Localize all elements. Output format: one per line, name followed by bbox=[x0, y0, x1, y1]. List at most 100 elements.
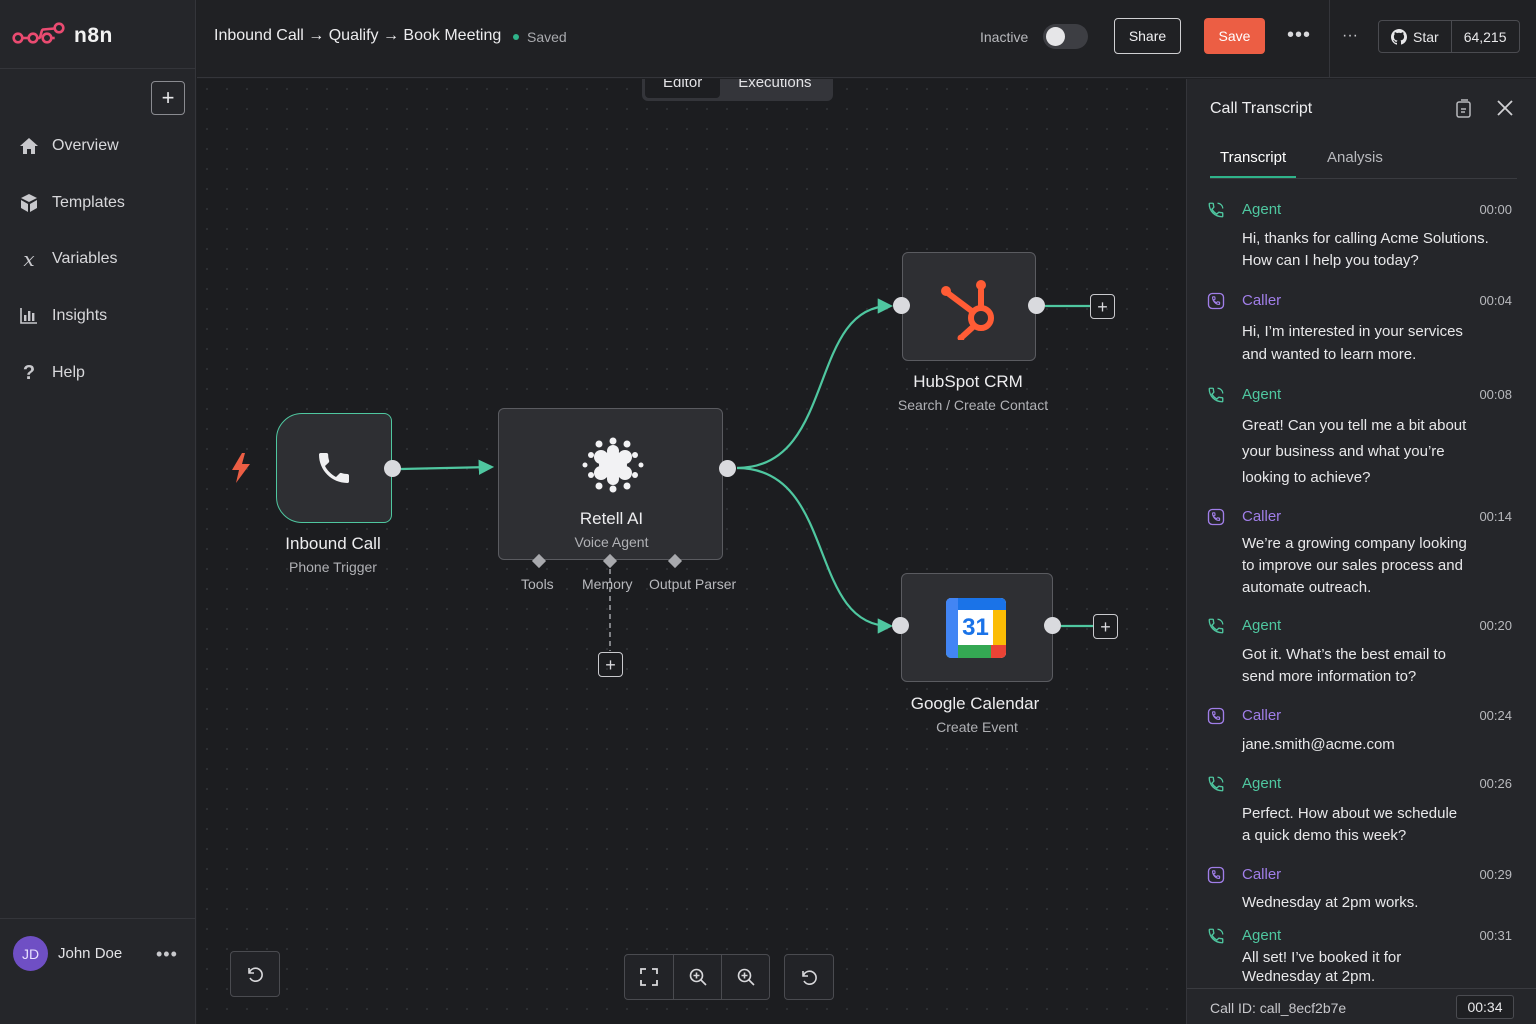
fit-view-button[interactable] bbox=[625, 955, 673, 999]
output-port[interactable] bbox=[1044, 617, 1061, 634]
caller-phone-icon bbox=[1207, 707, 1229, 725]
node-google-calendar[interactable]: 31 bbox=[901, 573, 1053, 682]
share-button[interactable]: Share bbox=[1114, 18, 1181, 54]
panel-tabs: Transcript Analysis bbox=[1210, 149, 1517, 179]
icon-right-band bbox=[993, 610, 1006, 645]
user-menu[interactable]: JD John Doe bbox=[13, 936, 122, 971]
output-port[interactable] bbox=[1028, 297, 1045, 314]
calendar-day-number: 31 bbox=[962, 613, 989, 641]
panel-title: Call Transcript bbox=[1210, 100, 1313, 117]
sidebar-item-variables[interactable]: x Variables bbox=[18, 245, 117, 273]
agent-phone-icon bbox=[1207, 927, 1229, 945]
message-text: Hi, thanks for calling Acme Solutions. Ho… bbox=[1242, 228, 1507, 272]
panel-footer: Call ID: call_8ecf2b7e 00:34 bbox=[1187, 988, 1536, 1024]
workflow-canvas[interactable]: Editor Executions Inbound Call Phone Tri… bbox=[197, 79, 1186, 1024]
node-inbound-call[interactable] bbox=[276, 413, 392, 523]
github-star-button[interactable]: Star 64,215 bbox=[1378, 20, 1520, 53]
agent-phone-icon bbox=[1207, 775, 1229, 793]
call-id: Call ID: call_8ecf2b7e bbox=[1210, 1000, 1347, 1016]
undo-control bbox=[230, 951, 280, 997]
workflow-title[interactable]: Inbound Call → Qualify → Book Meeting bbox=[214, 27, 501, 45]
insights-icon bbox=[18, 305, 40, 327]
zoom-in-button[interactable] bbox=[673, 955, 721, 999]
collapse-icon[interactable]: ··· bbox=[1342, 27, 1358, 45]
tab-analysis[interactable]: Analysis bbox=[1327, 149, 1383, 176]
zoom-icon bbox=[737, 968, 755, 986]
message-text: Perfect. How about we schedule a quick de… bbox=[1242, 803, 1507, 847]
tab-editor[interactable]: Editor bbox=[645, 79, 721, 98]
node-hubspot-crm[interactable] bbox=[902, 252, 1036, 361]
user-more-icon[interactable]: ••• bbox=[156, 944, 178, 965]
message-text: We’re a growing company looking to improv… bbox=[1242, 533, 1507, 599]
icon-corner bbox=[991, 645, 1006, 658]
message-role: Caller bbox=[1242, 292, 1282, 309]
add-memory-button[interactable]: + bbox=[598, 652, 623, 677]
call-duration: 00:34 bbox=[1456, 995, 1514, 1019]
n8n-logo-icon bbox=[12, 22, 65, 44]
message-role: Agent bbox=[1242, 617, 1282, 634]
caller-phone-icon bbox=[1207, 508, 1229, 526]
sidebar-item-label: Templates bbox=[52, 194, 125, 211]
hubspot-icon bbox=[941, 280, 994, 340]
input-port[interactable] bbox=[892, 617, 909, 634]
message-text: All set! I’ve booked it for Wednesday at … bbox=[1242, 948, 1507, 986]
message-line: We’re a growing company looking bbox=[1242, 535, 1467, 552]
icon-left-band bbox=[946, 598, 958, 658]
wire-agent-to-calendar bbox=[736, 466, 894, 634]
input-port[interactable] bbox=[893, 297, 910, 314]
node-title: HubSpot CRM bbox=[913, 372, 1023, 391]
phone-icon bbox=[319, 453, 349, 483]
zoom-in-icon bbox=[689, 968, 707, 986]
reset-zoom-button[interactable] bbox=[785, 955, 833, 999]
create-new-button[interactable]: + bbox=[151, 81, 185, 115]
sidebar-item-overview[interactable]: Overview bbox=[18, 132, 119, 160]
sidebar-item-insights[interactable]: Insights bbox=[18, 302, 107, 330]
message-timestamp: 00:31 bbox=[1479, 928, 1512, 943]
undo-button[interactable] bbox=[231, 952, 279, 996]
github-star-count: 64,215 bbox=[1463, 28, 1507, 45]
save-button[interactable]: Save bbox=[1204, 18, 1265, 54]
message-line: jane.smith@acme.com bbox=[1242, 736, 1395, 753]
active-toggle[interactable] bbox=[1043, 24, 1088, 49]
sidebar-item-label: Insights bbox=[52, 307, 108, 324]
message-role: Caller bbox=[1242, 866, 1282, 883]
undo-icon bbox=[248, 967, 263, 982]
github-star-label: Star bbox=[1413, 28, 1439, 45]
tools-label: Tools bbox=[521, 576, 554, 592]
message-timestamp: 00:08 bbox=[1479, 387, 1512, 402]
message-header: Caller 00:29 bbox=[1207, 866, 1519, 884]
divider bbox=[1329, 0, 1330, 78]
message-line: Hi, thanks for calling Acme Solutions. bbox=[1242, 230, 1489, 247]
node-title: Retell AI bbox=[579, 509, 644, 528]
caller-phone-icon bbox=[1207, 292, 1229, 310]
message-line: All set! I’ve booked it for bbox=[1242, 949, 1402, 966]
node-retell-ai[interactable]: Retell AI Voice Agent bbox=[498, 408, 723, 560]
node-subtitle: Phone Trigger bbox=[289, 559, 377, 575]
agent-phone-icon bbox=[1207, 386, 1229, 404]
copy-icon[interactable] bbox=[1454, 99, 1474, 119]
add-node-button[interactable]: + bbox=[1093, 614, 1118, 639]
tab-transcript[interactable]: Transcript bbox=[1210, 149, 1297, 178]
close-icon[interactable] bbox=[1496, 99, 1514, 117]
more-options-icon[interactable]: ••• bbox=[1287, 24, 1311, 47]
add-node-button[interactable]: + bbox=[1090, 294, 1115, 319]
output-port[interactable] bbox=[384, 460, 401, 477]
message-timestamp: 00:29 bbox=[1479, 867, 1512, 882]
message-text: Got it. What’s the best email to send mor… bbox=[1242, 644, 1507, 688]
save-status: Saved bbox=[513, 29, 567, 45]
message-header: Agent 00:08 bbox=[1207, 386, 1519, 404]
sidebar-item-help[interactable]: ? Help bbox=[18, 359, 85, 387]
github-star[interactable]: Star bbox=[1379, 21, 1452, 52]
wire-trigger-to-agent bbox=[400, 459, 495, 475]
message-line: Wednesday at 2pm works. bbox=[1242, 894, 1419, 911]
zoom-out-button[interactable] bbox=[721, 955, 769, 999]
sidebar-item-templates[interactable]: Templates bbox=[18, 189, 125, 217]
n8n-logo[interactable]: n8n bbox=[12, 20, 113, 52]
tab-executions[interactable]: Executions bbox=[720, 79, 829, 98]
message-line: send more information to? bbox=[1242, 668, 1417, 685]
output-port[interactable] bbox=[719, 460, 736, 477]
status-dot bbox=[513, 34, 519, 40]
message-line: Got it. What’s the best email to bbox=[1242, 646, 1446, 663]
reset-icon bbox=[802, 970, 817, 985]
node-subtitle: Voice Agent bbox=[574, 534, 649, 550]
